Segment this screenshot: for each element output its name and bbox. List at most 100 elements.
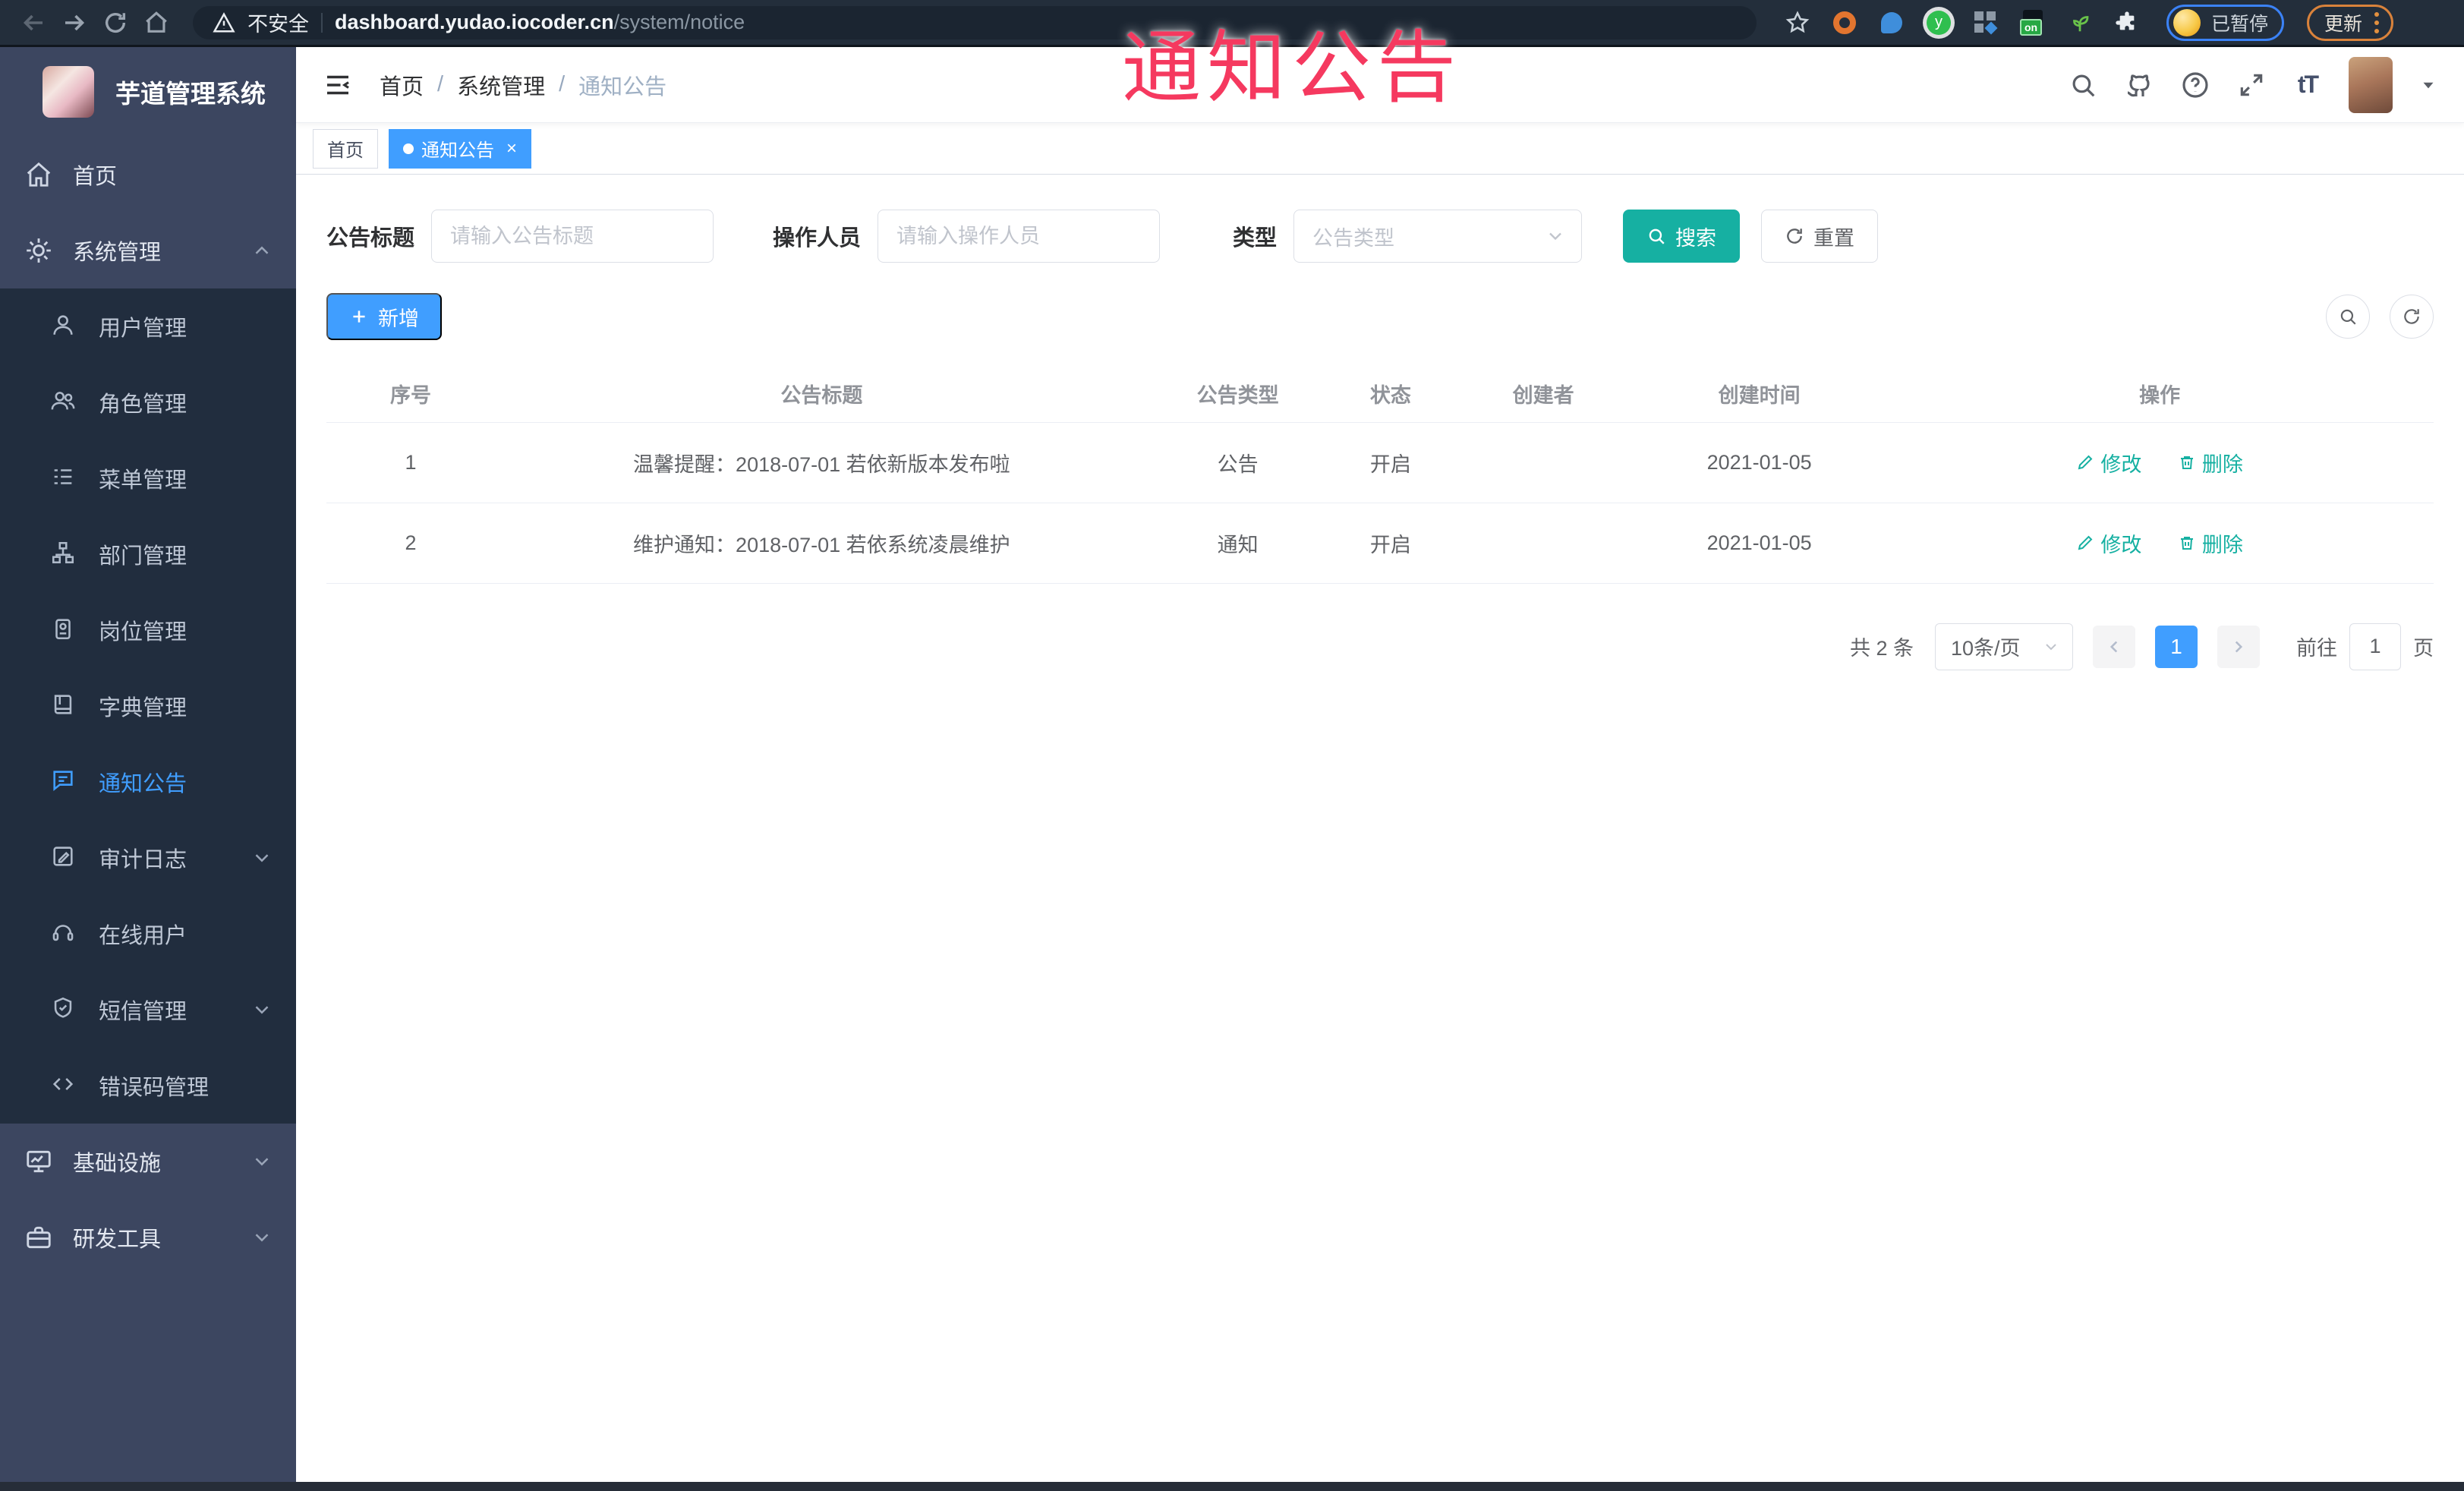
page-size-select[interactable]: 10条/页 [1935,623,2073,670]
tag-label: 通知公告 [421,140,494,161]
sidebar-item-notice[interactable]: 通知公告 [0,744,296,820]
headset-icon [50,919,79,948]
page-number-button[interactable]: 1 [2155,625,2198,668]
extension-green-icon[interactable]: y [1925,9,1952,36]
sidebar-item-audit-log[interactable]: 审计日志 [0,820,296,896]
browser-home-icon[interactable] [140,6,173,39]
sidebar-item-label: 字典管理 [99,696,187,720]
chevron-down-icon [2042,638,2060,656]
sidebar-item-users[interactable]: 用户管理 [0,288,296,364]
sidebar-item-system[interactable]: 系统管理 [0,213,296,288]
sidebar-logo[interactable]: 芋道管理系统 [0,47,296,137]
url-path: /system/notice [613,11,745,33]
prev-page-button[interactable] [2093,625,2135,668]
sidebar-item-label: 系统管理 [73,241,162,265]
browser-extensions: y on [1784,9,2141,36]
col-status: 状态 [1327,366,1454,423]
delete-link-label: 删除 [2201,533,2243,556]
browser-back-icon[interactable] [17,6,50,39]
tag-home[interactable]: 首页 [313,128,378,169]
notice-table: 序号 公告标题 公告类型 状态 创建者 创建时间 操作 1 温馨提醒：2018- [326,366,2434,584]
sidebar-item-infrastructure[interactable]: 基础设施 [0,1124,296,1199]
tag-close-icon[interactable]: × [506,139,517,158]
message-icon [50,768,79,796]
briefcase-icon [24,1223,53,1252]
browser-update-pill[interactable]: 更新 [2307,4,2394,41]
monitor-chart-icon [24,1147,53,1176]
tag-notice[interactable]: 通知公告 × [389,128,532,169]
reset-button-label: 重置 [1813,226,1855,250]
sidebar-item-departments[interactable]: 部门管理 [0,516,296,592]
chevron-down-icon [250,1150,273,1173]
edit-link[interactable]: 修改 [2076,448,2141,478]
user-icon [50,312,79,341]
sidebar-item-roles[interactable]: 角色管理 [0,364,296,440]
breadcrumb-home[interactable]: 首页 [380,69,424,101]
refresh-table-button[interactable] [2390,295,2434,339]
extension-grid-icon[interactable] [1972,9,1999,36]
table-row[interactable]: 1 温馨提醒：2018-07-01 若依新版本发布啦 公告 开启 2021-01… [326,422,2434,503]
browser-profile-pill[interactable]: 已暂停 [2166,4,2285,41]
user-menu-caret-icon[interactable] [2418,75,2438,95]
type-filter-label: 类型 [1233,226,1278,251]
search-button[interactable]: 搜索 [1623,210,1741,263]
breadcrumb-system[interactable]: 系统管理 [457,69,545,101]
breadcrumb: 首页 / 系统管理 / 通知公告 [380,69,666,101]
sidebar-item-sms[interactable]: 短信管理 [0,972,296,1048]
sidebar-item-error-codes[interactable]: 错误码管理 [0,1048,296,1124]
github-icon[interactable] [2124,70,2154,100]
breadcrumb-current: 通知公告 [578,74,667,99]
log-edit-icon [50,843,79,872]
add-button[interactable]: 新增 [326,293,442,340]
operator-filter-label: 操作人员 [773,226,862,251]
edit-link[interactable]: 修改 [2076,528,2141,558]
browser-forward-icon[interactable] [58,6,91,39]
extension-on-badge-icon[interactable]: on [2019,9,2047,36]
address-bar[interactable]: 不安全 dashboard.yudao.iocoder.cn/system/no… [193,5,1757,39]
sidebar-item-label: 菜单管理 [99,468,187,493]
font-size-icon[interactable]: tT [2292,70,2323,100]
extension-sprout-icon[interactable] [2066,9,2094,36]
cell-status: 开启 [1327,503,1454,584]
delete-link[interactable]: 删除 [2178,448,2243,478]
extension-blue-icon[interactable] [1878,9,1905,36]
sidebar-collapse-icon[interactable] [322,69,354,101]
cell-type: 公告 [1148,422,1328,503]
cell-creator [1454,503,1634,584]
search-button-label: 搜索 [1675,226,1717,250]
chevron-down-icon [1545,225,1566,247]
show-search-toggle-button[interactable] [2326,295,2370,339]
sidebar-item-home[interactable]: 首页 [0,137,296,213]
extension-orange-icon[interactable] [1831,9,1858,36]
type-select[interactable]: 公告类型 [1293,210,1583,263]
goto-label: 前往 [2296,637,2337,660]
help-icon[interactable] [2180,70,2210,100]
sidebar-item-posts[interactable]: 岗位管理 [0,592,296,668]
browser-menu-icon[interactable] [2374,11,2380,33]
header-search-icon[interactable] [2068,70,2098,100]
sidebar-item-dict[interactable]: 字典管理 [0,668,296,744]
col-title: 公告标题 [495,366,1149,423]
table-row[interactable]: 2 维护通知：2018-07-01 若依系统凌晨维护 通知 开启 2021-01… [326,503,2434,584]
screen: 通知公告 不安全 dashboard.yudao.iocoder.cn/syst… [0,0,2464,1491]
browser-reload-icon[interactable] [99,6,132,39]
sidebar-item-label: 研发工具 [73,1228,162,1252]
extensions-puzzle-icon[interactable] [2113,9,2141,36]
security-label[interactable]: 不安全 [247,8,309,37]
delete-link[interactable]: 删除 [2178,528,2243,558]
url-text[interactable]: dashboard.yudao.iocoder.cn/system/notice [335,11,745,34]
next-page-button[interactable] [2217,625,2260,668]
col-type: 公告类型 [1148,366,1328,423]
user-avatar[interactable] [2349,56,2393,113]
sidebar-item-dev-tools[interactable]: 研发工具 [0,1199,296,1275]
goto-page-input[interactable] [2349,623,2401,670]
sidebar-item-menus[interactable]: 菜单管理 [0,440,296,516]
bookmark-star-icon[interactable] [1784,9,1811,36]
sidebar-item-label: 部门管理 [99,544,187,569]
title-filter-input[interactable] [431,210,714,263]
page-content: 公告标题 操作人员 类型 公告类型 搜索 [296,175,2464,1482]
operator-filter-input[interactable] [878,210,1161,263]
fullscreen-icon[interactable] [2236,70,2267,100]
sidebar-item-online-users[interactable]: 在线用户 [0,896,296,972]
reset-button[interactable]: 重置 [1761,210,1879,263]
